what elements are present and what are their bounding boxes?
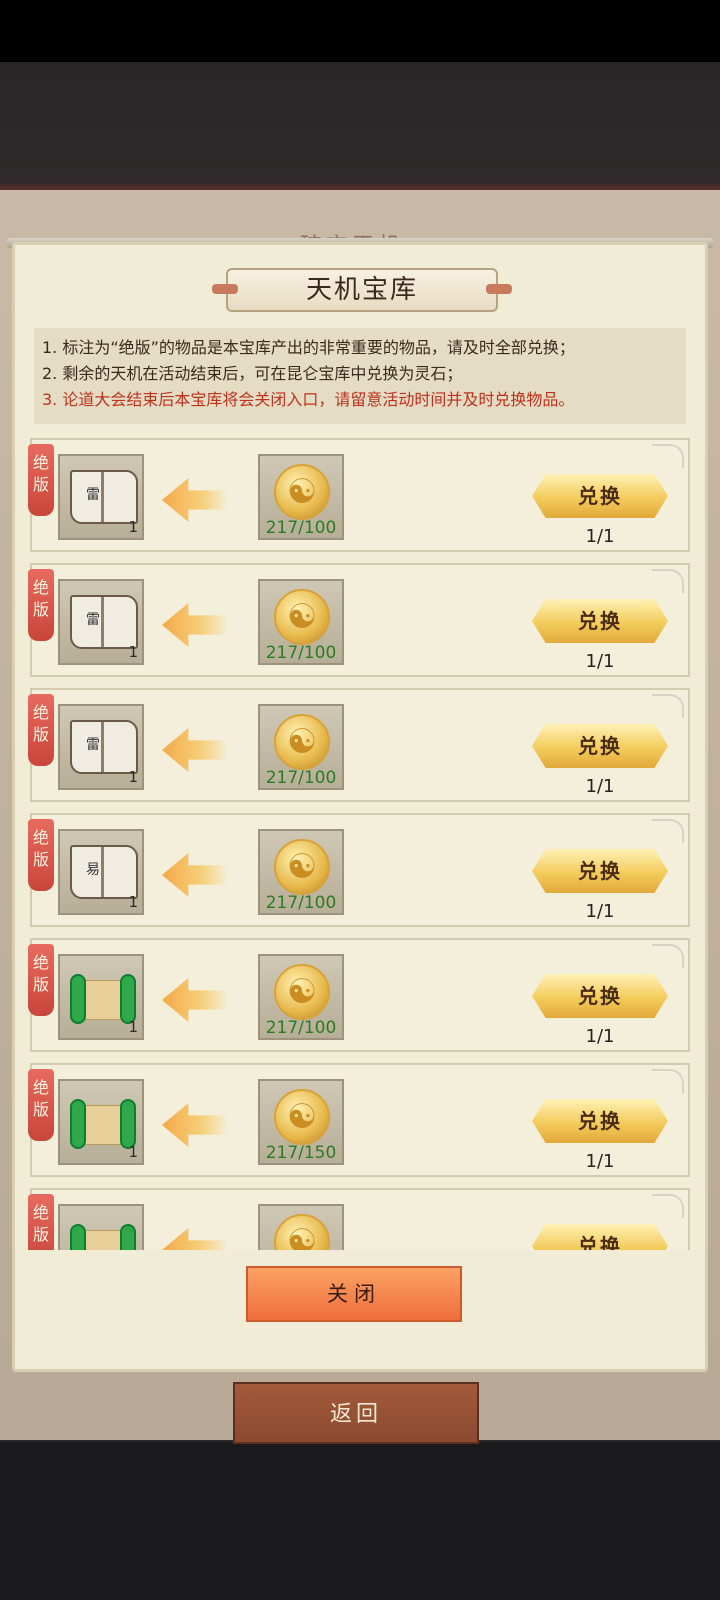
exchange-limit: 1/1: [585, 526, 615, 547]
dialog-title-plaque: 天机宝库: [212, 268, 512, 312]
book-icon: 雷: [70, 720, 138, 774]
reward-item-slot[interactable]: 1: [58, 954, 144, 1040]
tianji-coin-icon: [274, 839, 330, 895]
scroll-icon: [68, 974, 138, 1024]
exchange-row: 绝版易1217/100兑换1/1: [28, 813, 690, 927]
limited-edition-tag: 绝版: [28, 694, 54, 766]
arrow-left-icon: [162, 478, 228, 522]
return-button[interactable]: 返回: [233, 1382, 479, 1444]
exchange-button[interactable]: 兑换: [532, 974, 668, 1018]
tianji-coin-icon: [274, 714, 330, 770]
exchange-button[interactable]: 兑换: [532, 849, 668, 893]
exchange-limit: 1/1: [585, 1151, 615, 1172]
arrow-left-icon: [162, 603, 228, 647]
exchange-row: 绝版兑换: [28, 1188, 690, 1250]
cost-item-slot[interactable]: [258, 1204, 344, 1250]
item-quantity: 1: [128, 893, 138, 911]
limited-edition-tag: 绝版: [28, 444, 54, 516]
exchange-row: 绝版 1 217/150 兑换 1/1: [28, 1063, 690, 1177]
cloud-swirl-icon: [652, 1069, 684, 1093]
limited-edition-tag: 绝版: [28, 819, 54, 891]
limited-edition-tag: 绝版: [28, 1194, 54, 1250]
reward-item-slot[interactable]: 雷1: [58, 579, 144, 665]
note-3: 3. 论道大会结束后本宝库将会关闭入口，请留意活动时间并及时兑换物品。: [42, 390, 575, 409]
cost-item-slot[interactable]: 217/100: [258, 454, 344, 540]
cloud-swirl-icon: [652, 569, 684, 593]
cost-count: 217/100: [265, 518, 337, 538]
reward-item-slot[interactable]: 雷1: [58, 704, 144, 790]
exchange-limit: 1/1: [585, 776, 615, 797]
reward-item-slot[interactable]: 易1: [58, 829, 144, 915]
exchange-row: 绝版雷1217/100兑换1/1: [28, 688, 690, 802]
cost-item-slot[interactable]: 217/150: [258, 1079, 344, 1165]
item-quantity: 1: [128, 768, 138, 786]
book-glyph: 易: [86, 862, 100, 878]
cost-count: 217/100: [265, 643, 337, 663]
tianji-coin-icon: [274, 1214, 330, 1250]
cloud-swirl-icon: [652, 944, 684, 968]
exchange-list[interactable]: 绝版雷1217/100兑换1/1绝版雷1217/100兑换1/1绝版雷1217/…: [28, 438, 692, 1250]
scroll-icon: [68, 1224, 138, 1250]
note-1: 1. 标注为“绝版”的物品是本宝库产出的非常重要的物品，请及时全部兑换；: [42, 338, 575, 357]
exchange-row: 绝版雷1217/100兑换1/1: [28, 438, 690, 552]
arrow-left-icon: [162, 853, 228, 897]
cost-count: 217/100: [265, 768, 337, 788]
exchange-limit: 1/1: [585, 1026, 615, 1047]
book-icon: 雷: [70, 470, 138, 524]
dialog-title: 天机宝库: [305, 275, 418, 305]
tianji-coin-icon: [274, 964, 330, 1020]
item-quantity: 1: [128, 643, 138, 661]
tianji-coin-icon: [274, 589, 330, 645]
cost-item-slot[interactable]: 217/100: [258, 704, 344, 790]
item-quantity: 1: [128, 1018, 138, 1036]
arrow-left-icon: [162, 1228, 228, 1250]
reward-item-slot[interactable]: 雷1: [58, 454, 144, 540]
reward-item-slot[interactable]: [58, 1204, 144, 1250]
book-glyph: 雷: [86, 612, 100, 628]
cloud-swirl-icon: [652, 694, 684, 718]
exchange-limit: 1/1: [585, 901, 615, 922]
exchange-button[interactable]: 兑换: [532, 474, 668, 518]
cost-item-slot[interactable]: 217/100: [258, 579, 344, 665]
exchange-button[interactable]: 兑换: [532, 724, 668, 768]
notes-box: 1. 标注为“绝版”的物品是本宝库产出的非常重要的物品，请及时全部兑换； 2. …: [34, 328, 686, 424]
cost-count: 217/100: [265, 893, 337, 913]
exchange-row: 绝版 1 217/100 兑换 1/1: [28, 938, 690, 1052]
limited-edition-tag: 绝版: [28, 944, 54, 1016]
book-icon: 雷: [70, 595, 138, 649]
cloud-swirl-icon: [652, 819, 684, 843]
cost-item-slot[interactable]: 217/100: [258, 829, 344, 915]
tianji-coin-icon: [274, 464, 330, 520]
exchange-button[interactable]: 兑换: [532, 1099, 668, 1143]
cloud-swirl-icon: [652, 444, 684, 468]
cost-count: 217/100: [265, 1018, 337, 1038]
cost-count: 217/150: [265, 1143, 337, 1163]
arrow-left-icon: [162, 978, 228, 1022]
note-2: 2. 剩余的天机在活动结束后，可在昆仑宝库中兑换为灵石；: [42, 364, 463, 383]
reward-item-slot[interactable]: 1: [58, 1079, 144, 1165]
tianji-coin-icon: [274, 1089, 330, 1145]
book-glyph: 雷: [86, 487, 100, 503]
arrow-left-icon: [162, 1103, 228, 1147]
limited-edition-tag: 绝版: [28, 569, 54, 641]
exchange-limit: 1/1: [585, 651, 615, 672]
cost-item-slot[interactable]: 217/100: [258, 954, 344, 1040]
exchange-button[interactable]: 兑换: [532, 599, 668, 643]
limited-edition-tag: 绝版: [28, 1069, 54, 1141]
exchange-row: 绝版雷1217/100兑换1/1: [28, 563, 690, 677]
close-button[interactable]: 关闭: [246, 1266, 462, 1322]
item-quantity: 1: [128, 518, 138, 536]
status-bar: [0, 0, 720, 62]
cloud-swirl-icon: [652, 1194, 684, 1218]
exchange-button[interactable]: 兑换: [532, 1224, 668, 1250]
arrow-left-icon: [162, 728, 228, 772]
book-icon: 易: [70, 845, 138, 899]
scroll-icon: [68, 1099, 138, 1149]
book-glyph: 雷: [86, 737, 100, 753]
item-quantity: 1: [128, 1143, 138, 1161]
